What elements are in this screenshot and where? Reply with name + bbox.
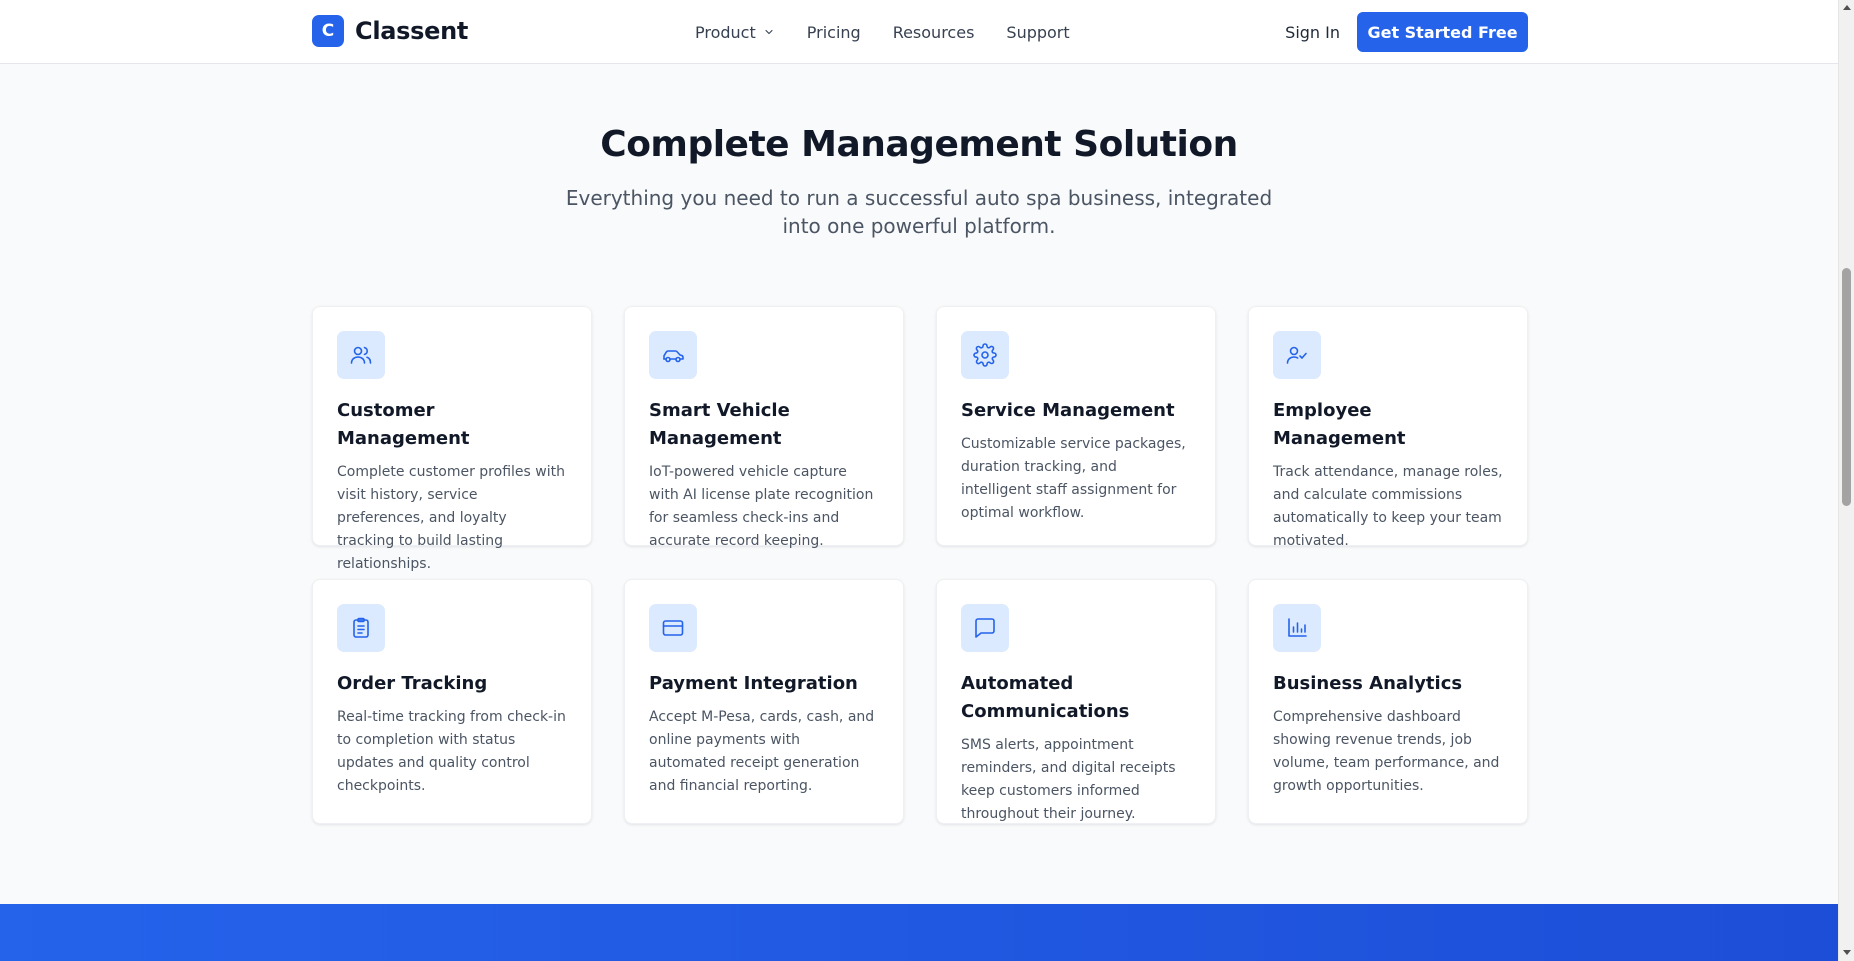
feature-card-employee-management: Employee Management Track attendance, ma…: [1248, 306, 1528, 549]
section-subtitle: Everything you need to run a successful …: [565, 186, 1273, 238]
nav-link-support[interactable]: Support: [1006, 23, 1069, 42]
scroll-up-arrow-icon[interactable]: [1843, 5, 1851, 10]
feature-title: Customer Management: [337, 400, 470, 449]
nav-link-label: Product: [695, 22, 756, 42]
sign-in-link[interactable]: Sign In: [1285, 23, 1340, 42]
page: C Classent Product Pricing Resources Sup…: [0, 0, 1838, 961]
user-check-icon: [1286, 346, 1307, 364]
feature-card-customer-management: Customer Management Complete customer pr…: [312, 306, 592, 572]
feature-title: Employee Management: [1273, 400, 1406, 449]
car-icon: [663, 350, 684, 363]
feature-description: Customizable service packages, duration …: [961, 436, 1186, 521]
bar-chart-icon: [1288, 618, 1307, 637]
logo-text: Classent: [355, 17, 469, 45]
feature-description: Comprehensive dashboard showing revenue …: [1273, 709, 1500, 794]
chevron-down-icon: [765, 29, 773, 35]
feature-title: Payment Integration: [649, 673, 858, 694]
nav-link-label: Support: [1006, 22, 1070, 42]
feature-description: Accept M-Pesa, cards, cash, and online p…: [649, 709, 875, 794]
nav-links: Product Pricing Resources Support: [695, 0, 1070, 64]
logo[interactable]: C Classent: [312, 15, 468, 47]
credit-card-icon: [662, 620, 684, 636]
scrollbar-thumb[interactable]: [1842, 268, 1851, 506]
feature-icon-box: [649, 331, 697, 379]
nav-link-label: Pricing: [806, 22, 861, 42]
scroll-down-arrow-icon[interactable]: [1843, 950, 1851, 955]
nav-link-pricing[interactable]: Pricing: [807, 23, 861, 42]
feature-title: Automated Communications: [961, 673, 1130, 722]
feature-icon-box: [337, 331, 385, 379]
gear-icon: [973, 343, 997, 367]
feature-icon-box: [337, 604, 385, 652]
message-icon: [975, 618, 995, 638]
nav-link-label: Resources: [892, 22, 975, 42]
users-icon: [350, 346, 372, 364]
feature-icon-box: [961, 604, 1009, 652]
feature-description: Track attendance, manage roles, and calc…: [1273, 464, 1503, 549]
logo-mark: C: [312, 15, 344, 47]
feature-card-payment-integration: Payment Integration Accept M-Pesa, cards…: [624, 579, 904, 824]
feature-description: IoT-powered vehicle capture with AI lice…: [649, 464, 874, 549]
feature-description: SMS alerts, appointment reminders, and d…: [961, 737, 1176, 822]
navbar: C Classent Product Pricing Resources Sup…: [0, 0, 1838, 64]
nav-link-resources[interactable]: Resources: [893, 23, 975, 42]
section-title: Complete Management Solution: [600, 124, 1238, 165]
feature-title: Order Tracking: [337, 673, 488, 694]
vertical-scrollbar[interactable]: [1838, 0, 1854, 961]
feature-grid-row-1: Customer Management Complete customer pr…: [312, 306, 1528, 572]
clipboard-icon: [353, 617, 369, 638]
feature-card-order-tracking: Order Tracking Real-time tracking from c…: [312, 579, 592, 824]
feature-description: Complete customer profiles with visit hi…: [337, 464, 565, 572]
feature-card-service-management: Service Management Customizable service …: [936, 306, 1216, 546]
feature-icon-box: [961, 331, 1009, 379]
feature-icon-box: [1273, 331, 1321, 379]
nav-actions: Sign In Get Started Free: [1285, 12, 1528, 52]
feature-card-automated-communications: Automated Communications SMS alerts, app…: [936, 579, 1216, 824]
feature-grid-row-2: Order Tracking Real-time tracking from c…: [312, 579, 1528, 824]
feature-title: Business Analytics: [1273, 673, 1463, 694]
nav-link-product[interactable]: Product: [695, 23, 775, 42]
cta-banner: [0, 904, 1838, 961]
feature-title: Service Management: [961, 400, 1175, 421]
feature-description: Real-time tracking from check-in to comp…: [337, 709, 566, 794]
feature-icon-box: [649, 604, 697, 652]
feature-icon-box: [1273, 604, 1321, 652]
feature-title: Smart Vehicle Management: [649, 400, 790, 449]
feature-card-smart-vehicle-management: Smart Vehicle Management IoT-powered veh…: [624, 306, 904, 549]
feature-card-business-analytics: Business Analytics Comprehensive dashboa…: [1248, 579, 1528, 824]
get-started-button[interactable]: Get Started Free: [1357, 12, 1528, 52]
